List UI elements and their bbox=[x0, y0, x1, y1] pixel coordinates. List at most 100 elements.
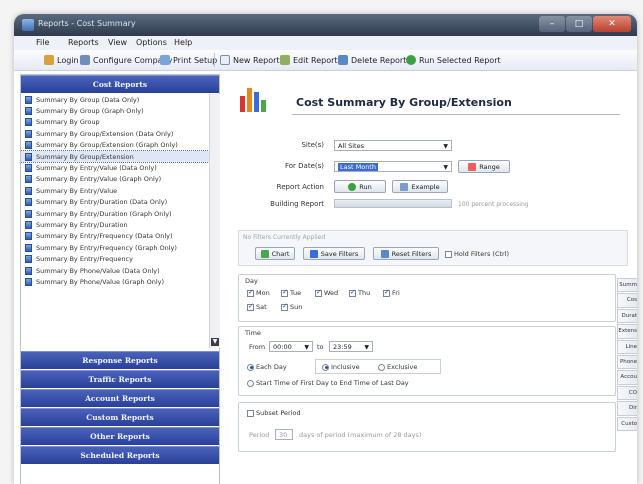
day-checkbox-box[interactable] bbox=[247, 288, 254, 297]
report-list: Summary By Group (Data Only) Summary By G… bbox=[21, 94, 209, 348]
hold-filters-box[interactable] bbox=[445, 250, 452, 258]
section-header-other-reports[interactable]: Other Reports bbox=[21, 427, 219, 445]
example-button[interactable]: Example bbox=[392, 180, 448, 193]
day-checkbox-mon[interactable]: Mon bbox=[247, 288, 270, 297]
side-tab[interactable]: Cos bbox=[617, 293, 637, 308]
exclusive-radio[interactable]: Exclusive bbox=[378, 363, 417, 371]
from-time-select[interactable]: 00:00 ▼ bbox=[269, 341, 313, 352]
period-input[interactable]: 30 bbox=[275, 429, 293, 440]
chevron-down-icon: ▼ bbox=[304, 344, 309, 351]
edit-icon bbox=[280, 55, 290, 65]
report-list-item[interactable]: Summary By Entry/Frequency (Graph Only) bbox=[21, 242, 209, 253]
subset-period-box[interactable] bbox=[247, 409, 254, 417]
building-icon bbox=[80, 55, 90, 65]
save-filters-button[interactable]: Save Filters bbox=[303, 247, 365, 260]
chart-icon bbox=[260, 249, 269, 258]
sites-select[interactable]: All Sites ▼ bbox=[334, 140, 452, 151]
close-button[interactable]: ✕ bbox=[593, 16, 631, 32]
print-setup-button[interactable]: Print Setup bbox=[160, 54, 217, 66]
section-header-custom-reports[interactable]: Custom Reports bbox=[21, 408, 219, 426]
report-list-item[interactable]: Summary By Group (Graph Only) bbox=[21, 105, 209, 116]
menu-reports[interactable]: Reports bbox=[68, 38, 99, 47]
side-tab[interactable]: Summ bbox=[617, 278, 637, 293]
run-button[interactable]: Run bbox=[334, 180, 386, 193]
each-day-radio-dot[interactable] bbox=[247, 363, 254, 371]
report-list-item[interactable]: Summary By Entry/Value (Graph Only) bbox=[21, 174, 209, 185]
reset-filters-button[interactable]: Reset Filters bbox=[373, 247, 439, 260]
report-list-item[interactable]: Summary By Entry/Value (Data Only) bbox=[21, 162, 209, 173]
day-checkbox-wed[interactable]: Wed bbox=[315, 288, 338, 297]
dates-select[interactable]: Last Month ▼ bbox=[334, 161, 452, 172]
inclusive-radio-dot[interactable] bbox=[322, 363, 329, 371]
scroll-down-icon[interactable]: ▼ bbox=[211, 338, 219, 346]
menu-options[interactable]: Options bbox=[136, 38, 167, 47]
cost-reports-header[interactable]: Cost Reports bbox=[21, 75, 219, 93]
report-list-item[interactable]: Summary By Group/Extension (Data Only) bbox=[21, 128, 209, 139]
day-checkbox-box[interactable] bbox=[247, 302, 254, 311]
period-note: days of period (maximum of 28 days) bbox=[299, 431, 422, 439]
report-list-item[interactable]: Summary By Phone/Value (Graph Only) bbox=[21, 276, 209, 287]
new-report-button[interactable]: New Report bbox=[220, 54, 280, 66]
menu-help[interactable]: Help bbox=[174, 38, 192, 47]
day-checkbox-tue[interactable]: Tue bbox=[281, 288, 301, 297]
subset-period-checkbox[interactable]: Subset Period bbox=[247, 409, 301, 417]
section-header-account-reports[interactable]: Account Reports bbox=[21, 389, 219, 407]
start-end-radio-dot[interactable] bbox=[247, 379, 254, 387]
menu-view[interactable]: View bbox=[108, 38, 127, 47]
delete-report-button[interactable]: Delete Report bbox=[338, 54, 406, 66]
day-checkbox-box[interactable] bbox=[315, 288, 322, 297]
day-checkbox-sun[interactable]: Sun bbox=[281, 302, 303, 311]
section-header-traffic-reports[interactable]: Traffic Reports bbox=[21, 370, 219, 388]
report-list-item[interactable]: Summary By Entry/Frequency (Data Only) bbox=[21, 231, 209, 242]
minimize-button[interactable]: – bbox=[539, 16, 565, 32]
configure-company-button[interactable]: Configure Company bbox=[80, 54, 172, 66]
day-checkbox-thu[interactable]: Thu bbox=[349, 288, 370, 297]
maximize-button[interactable]: □ bbox=[566, 16, 592, 32]
chart-button[interactable]: Chart bbox=[255, 247, 295, 260]
report-list-item[interactable]: Summary By Entry/Duration (Graph Only) bbox=[21, 208, 209, 219]
report-list-item[interactable]: Summary By Entry/Frequency bbox=[21, 253, 209, 264]
day-checkbox-label: Sun bbox=[290, 303, 303, 311]
building-progress-bar bbox=[334, 199, 452, 208]
report-list-item[interactable]: Summary By Entry/Duration bbox=[21, 219, 209, 230]
report-list-item[interactable]: Summary By Entry/Duration (Data Only) bbox=[21, 197, 209, 208]
report-list-item[interactable]: Summary By Phone/Value (Data Only) bbox=[21, 265, 209, 276]
day-checkbox-box[interactable] bbox=[349, 288, 356, 297]
side-tab[interactable]: Durat bbox=[617, 308, 637, 324]
each-day-radio[interactable]: Each Day bbox=[247, 363, 287, 371]
start-end-radio[interactable]: Start Time of First Day to End Time of L… bbox=[247, 379, 409, 387]
report-list-item[interactable]: Summary By Entry/Value bbox=[21, 185, 209, 196]
report-list-item-label: Summary By Group (Graph Only) bbox=[36, 107, 144, 116]
report-list-item[interactable]: Summary By Group (Data Only) bbox=[21, 94, 209, 105]
to-time-select[interactable]: 23:59 ▼ bbox=[329, 341, 373, 352]
day-checkbox-box[interactable] bbox=[281, 288, 288, 297]
inclusive-radio[interactable]: Inclusive bbox=[322, 363, 360, 371]
exclusive-radio-dot[interactable] bbox=[378, 363, 385, 371]
time-group: Time From 00:00 ▼ to 23:59 ▼ Each Day Incl… bbox=[238, 326, 616, 396]
toolbar: Login Configure Company Print Setup New … bbox=[14, 50, 637, 71]
edit-report-button[interactable]: Edit Report bbox=[280, 54, 338, 66]
menu-file[interactable]: File bbox=[36, 38, 49, 47]
side-tab[interactable]: Custo bbox=[617, 416, 637, 431]
section-header-scheduled-reports[interactable]: Scheduled Reports bbox=[21, 446, 219, 464]
report-list-scrollbar[interactable]: ▼ bbox=[209, 94, 220, 348]
side-tab[interactable]: Accou bbox=[617, 370, 637, 385]
side-tab[interactable]: Line bbox=[617, 339, 637, 354]
report-list-item[interactable]: Summary By Group bbox=[21, 117, 209, 128]
hold-filters-checkbox[interactable]: Hold Filters (Ctrl) bbox=[445, 250, 509, 258]
section-header-response-reports[interactable]: Response Reports bbox=[21, 351, 219, 369]
day-checkbox-sat[interactable]: Sat bbox=[247, 302, 267, 311]
report-icon bbox=[25, 220, 32, 229]
report-list-item[interactable]: Summary By Group/Extension (Graph Only) bbox=[21, 140, 209, 151]
range-button[interactable]: Range bbox=[458, 160, 510, 173]
report-list-item[interactable]: Summary By Group/Extension bbox=[21, 149, 209, 164]
side-tab[interactable]: Phone bbox=[617, 354, 637, 370]
side-tab[interactable]: Extens bbox=[617, 324, 637, 339]
side-tab[interactable]: CO bbox=[617, 385, 637, 401]
run-selected-report-button[interactable]: Run Selected Report bbox=[406, 54, 501, 66]
login-button[interactable]: Login bbox=[44, 54, 79, 66]
day-checkbox-box[interactable] bbox=[281, 302, 288, 311]
day-checkbox-box[interactable] bbox=[383, 288, 390, 297]
side-tab[interactable]: Dir bbox=[617, 401, 637, 416]
day-checkbox-fri[interactable]: Fri bbox=[383, 288, 400, 297]
